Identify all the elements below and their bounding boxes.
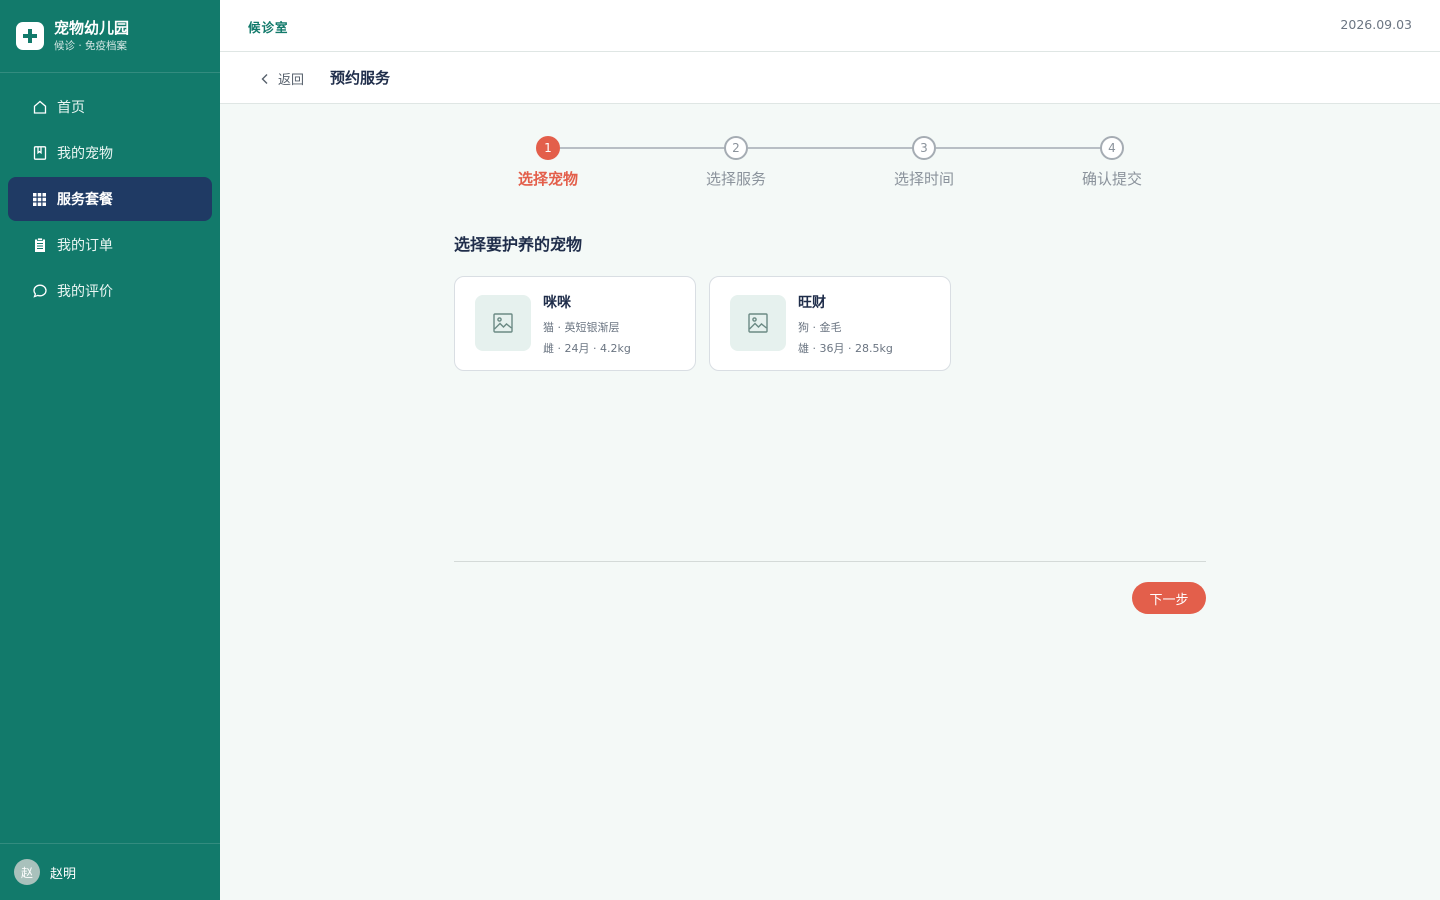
sidebar-nav: 首页 我的宠物 服务套餐 我的订单 我的评价 bbox=[0, 73, 220, 313]
image-placeholder-icon bbox=[730, 295, 786, 351]
user-profile[interactable]: 赵 赵明 bbox=[0, 843, 220, 900]
sidebar-item-my-orders[interactable]: 我的订单 bbox=[8, 223, 212, 267]
topbar-title: 候诊室 bbox=[248, 20, 289, 35]
next-step-button[interactable]: 下一步 bbox=[1132, 582, 1206, 614]
step-select-service: 2 选择服务 bbox=[676, 136, 796, 189]
topbar-date: 2026.09.03 bbox=[1340, 17, 1412, 32]
brand-subtitle: 候诊 · 免疫档案 bbox=[54, 40, 128, 52]
pet-meta: 雌 · 24月 · 4.2kg bbox=[543, 342, 631, 355]
sidebar-item-my-reviews[interactable]: 我的评价 bbox=[8, 269, 212, 313]
clipboard-icon bbox=[31, 237, 48, 254]
sidebar-item-my-pets[interactable]: 我的宠物 bbox=[8, 131, 212, 175]
step-number: 2 bbox=[724, 136, 748, 160]
brand-name: 宠物幼儿园 bbox=[54, 19, 130, 37]
step-number: 1 bbox=[536, 136, 560, 160]
grid-icon bbox=[31, 191, 48, 208]
step-label: 选择宠物 bbox=[517, 170, 578, 188]
pet-breed: 猫 · 英短银渐层 bbox=[543, 321, 620, 334]
sidebar-item-label: 我的评价 bbox=[57, 284, 113, 300]
pet-card[interactable]: 旺财 狗 · 金毛 雄 · 36月 · 28.5kg bbox=[709, 276, 951, 371]
back-button[interactable]: 返回 bbox=[260, 69, 304, 88]
back-label: 返回 bbox=[278, 73, 305, 88]
sidebar-item-label: 我的订单 bbox=[57, 238, 113, 254]
step-number: 3 bbox=[912, 136, 936, 160]
sidebar-item-label: 我的宠物 bbox=[57, 146, 113, 162]
page-title: 预约服务 bbox=[330, 69, 391, 87]
pet-name: 旺财 bbox=[798, 295, 826, 311]
home-icon bbox=[31, 99, 48, 116]
sidebar-item-label: 首页 bbox=[57, 100, 85, 116]
step-select-pet: 1 选择宠物 bbox=[488, 136, 608, 189]
brand: 宠物幼儿园 候诊 · 免疫档案 bbox=[0, 0, 220, 73]
image-placeholder-icon bbox=[475, 295, 531, 351]
step-number: 4 bbox=[1100, 136, 1124, 160]
divider bbox=[454, 561, 1206, 562]
sidebar-item-service-packages[interactable]: 服务套餐 bbox=[8, 177, 212, 221]
pet-meta: 雄 · 36月 · 28.5kg bbox=[798, 342, 893, 355]
step-label: 选择服务 bbox=[705, 170, 766, 188]
sidebar: 宠物幼儿园 候诊 · 免疫档案 首页 我的宠物 服务套餐 我的订单 我的评价 赵… bbox=[0, 0, 220, 900]
chevron-left-icon bbox=[261, 73, 268, 84]
pet-card[interactable]: 咪咪 猫 · 英短银渐层 雌 · 24月 · 4.2kg bbox=[454, 276, 696, 371]
step-select-time: 3 选择时间 bbox=[864, 136, 984, 189]
top-bar: 候诊室 2026.09.03 bbox=[220, 0, 1440, 52]
step-confirm-submit: 4 确认提交 bbox=[1052, 136, 1172, 189]
user-name: 赵明 bbox=[50, 866, 77, 882]
pet-breed: 狗 · 金毛 bbox=[798, 321, 842, 334]
pet-name: 咪咪 bbox=[543, 295, 571, 311]
section-title: 选择要护养的宠物 bbox=[454, 235, 583, 254]
step-label: 选择时间 bbox=[893, 170, 954, 188]
book-icon bbox=[31, 145, 48, 162]
sidebar-item-home[interactable]: 首页 bbox=[8, 85, 212, 129]
chat-bubble-icon bbox=[31, 283, 48, 300]
page-header: 返回 预约服务 bbox=[220, 52, 1440, 104]
step-label: 确认提交 bbox=[1081, 170, 1142, 188]
plus-cross-icon bbox=[16, 22, 44, 50]
sidebar-item-label: 服务套餐 bbox=[57, 192, 113, 208]
step-indicator: 1 选择宠物 2 选择服务 3 选择时间 4 确认提交 bbox=[220, 104, 1440, 214]
avatar: 赵 bbox=[14, 859, 40, 885]
